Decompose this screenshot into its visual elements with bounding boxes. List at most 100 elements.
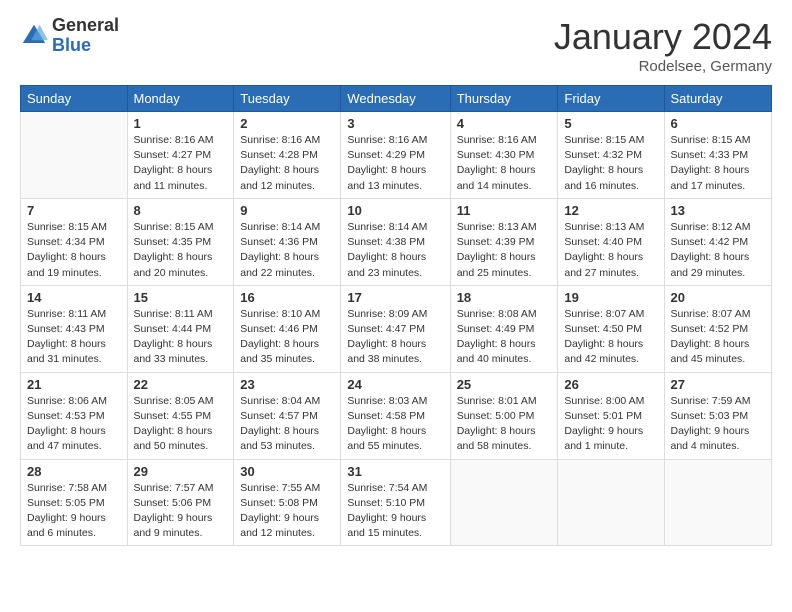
day-number: 31	[347, 464, 443, 479]
calendar-cell: 14 Sunrise: 8:11 AMSunset: 4:43 PMDayligh…	[21, 285, 128, 372]
day-number: 19	[564, 290, 657, 305]
day-number: 20	[671, 290, 766, 305]
day-number: 10	[347, 203, 443, 218]
day-number: 14	[27, 290, 121, 305]
page: General Blue January 2024 Rodelsee, Germ…	[0, 0, 792, 612]
calendar-cell: 26Sunrise: 8:00 AMSunset: 5:01 PMDayligh…	[558, 372, 664, 459]
calendar-cell	[558, 459, 664, 546]
day-number: 21	[27, 377, 121, 392]
calendar-cell	[21, 112, 128, 199]
day-info: Sunrise: 8:11 AMSunset: 4:44 PMDaylight:…	[134, 307, 228, 368]
month-title: January 2024	[554, 16, 772, 58]
weekday-header-tuesday: Tuesday	[234, 86, 341, 112]
logo: General Blue	[20, 16, 119, 56]
day-number: 1	[134, 116, 228, 131]
day-info: Sunrise: 8:16 AMSunset: 4:28 PMDaylight:…	[240, 133, 334, 194]
day-info: Sunrise: 8:16 AMSunset: 4:30 PMDaylight:…	[457, 133, 552, 194]
calendar-cell: 7 Sunrise: 8:15 AMSunset: 4:34 PMDaylight…	[21, 198, 128, 285]
day-number: 3	[347, 116, 443, 131]
weekday-header-monday: Monday	[127, 86, 234, 112]
calendar-cell	[664, 459, 772, 546]
day-info: Sunrise: 8:03 AMSunset: 4:58 PMDaylight:…	[347, 394, 443, 455]
day-number: 9	[240, 203, 334, 218]
day-info: Sunrise: 8:15 AMSunset: 4:32 PMDaylight:…	[564, 133, 657, 194]
calendar-table: SundayMondayTuesdayWednesdayThursdayFrid…	[20, 85, 772, 546]
weekday-header-row: SundayMondayTuesdayWednesdayThursdayFrid…	[21, 86, 772, 112]
day-info: Sunrise: 8:11 AMSunset: 4:43 PMDaylight:…	[27, 307, 121, 368]
day-number: 18	[457, 290, 552, 305]
weekday-header-saturday: Saturday	[664, 86, 772, 112]
day-info: Sunrise: 8:07 AMSunset: 4:50 PMDaylight:…	[564, 307, 657, 368]
calendar-cell: 5 Sunrise: 8:15 AMSunset: 4:32 PMDaylight…	[558, 112, 664, 199]
day-info: Sunrise: 8:10 AMSunset: 4:46 PMDaylight:…	[240, 307, 334, 368]
calendar-cell: 9 Sunrise: 8:14 AMSunset: 4:36 PMDaylight…	[234, 198, 341, 285]
day-number: 8	[134, 203, 228, 218]
day-number: 17	[347, 290, 443, 305]
week-row-2: 7 Sunrise: 8:15 AMSunset: 4:34 PMDaylight…	[21, 198, 772, 285]
calendar-cell: 30Sunrise: 7:55 AMSunset: 5:08 PMDayligh…	[234, 459, 341, 546]
calendar-cell: 11 Sunrise: 8:13 AMSunset: 4:39 PMDayligh…	[450, 198, 558, 285]
calendar-cell: 17 Sunrise: 8:09 AMSunset: 4:47 PMDayligh…	[341, 285, 450, 372]
day-number: 28	[27, 464, 121, 479]
calendar-cell: 23 Sunrise: 8:04 AMSunset: 4:57 PMDayligh…	[234, 372, 341, 459]
day-info: Sunrise: 8:15 AMSunset: 4:33 PMDaylight:…	[671, 133, 766, 194]
calendar-cell: 20Sunrise: 8:07 AMSunset: 4:52 PMDayligh…	[664, 285, 772, 372]
day-info: Sunrise: 8:06 AMSunset: 4:53 PMDaylight:…	[27, 394, 121, 455]
day-info: Sunrise: 8:09 AMSunset: 4:47 PMDaylight:…	[347, 307, 443, 368]
day-info: Sunrise: 8:16 AMSunset: 4:29 PMDaylight:…	[347, 133, 443, 194]
calendar-cell: 29Sunrise: 7:57 AMSunset: 5:06 PMDayligh…	[127, 459, 234, 546]
day-number: 4	[457, 116, 552, 131]
day-number: 22	[134, 377, 228, 392]
weekday-header-thursday: Thursday	[450, 86, 558, 112]
week-row-1: 1 Sunrise: 8:16 AMSunset: 4:27 PMDaylight…	[21, 112, 772, 199]
day-info: Sunrise: 8:04 AMSunset: 4:57 PMDaylight:…	[240, 394, 334, 455]
location-subtitle: Rodelsee, Germany	[554, 58, 772, 75]
calendar-cell: 2 Sunrise: 8:16 AMSunset: 4:28 PMDaylight…	[234, 112, 341, 199]
day-number: 5	[564, 116, 657, 131]
calendar-cell: 6Sunrise: 8:15 AMSunset: 4:33 PMDaylight…	[664, 112, 772, 199]
day-number: 15	[134, 290, 228, 305]
day-info: Sunrise: 8:15 AMSunset: 4:35 PMDaylight:…	[134, 220, 228, 281]
day-number: 23	[240, 377, 334, 392]
day-number: 2	[240, 116, 334, 131]
day-info: Sunrise: 8:01 AMSunset: 5:00 PMDaylight:…	[457, 394, 552, 455]
day-number: 16	[240, 290, 334, 305]
header: General Blue January 2024 Rodelsee, Germ…	[20, 16, 772, 75]
day-info: Sunrise: 8:14 AMSunset: 4:36 PMDaylight:…	[240, 220, 334, 281]
week-row-4: 21 Sunrise: 8:06 AMSunset: 4:53 PMDayligh…	[21, 372, 772, 459]
weekday-header-friday: Friday	[558, 86, 664, 112]
day-number: 11	[457, 203, 552, 218]
day-info: Sunrise: 8:12 AMSunset: 4:42 PMDaylight:…	[671, 220, 766, 281]
day-number: 27	[671, 377, 766, 392]
day-number: 25	[457, 377, 552, 392]
day-number: 7	[27, 203, 121, 218]
calendar-cell: 13 Sunrise: 8:12 AMSunset: 4:42 PMDayligh…	[664, 198, 772, 285]
day-number: 24	[347, 377, 443, 392]
day-info: Sunrise: 8:16 AMSunset: 4:27 PMDaylight:…	[134, 133, 228, 194]
day-info: Sunrise: 8:08 AMSunset: 4:49 PMDaylight:…	[457, 307, 552, 368]
day-info: Sunrise: 8:13 AMSunset: 4:39 PMDaylight:…	[457, 220, 552, 281]
day-info: Sunrise: 8:15 AMSunset: 4:34 PMDaylight:…	[27, 220, 121, 281]
weekday-header-wednesday: Wednesday	[341, 86, 450, 112]
calendar-cell: 16 Sunrise: 8:10 AMSunset: 4:46 PMDayligh…	[234, 285, 341, 372]
calendar-cell: 21 Sunrise: 8:06 AMSunset: 4:53 PMDayligh…	[21, 372, 128, 459]
calendar-cell: 19 Sunrise: 8:07 AMSunset: 4:50 PMDayligh…	[558, 285, 664, 372]
calendar-cell	[450, 459, 558, 546]
logo-blue-text: Blue	[52, 36, 119, 56]
calendar-cell: 25 Sunrise: 8:01 AMSunset: 5:00 PMDayligh…	[450, 372, 558, 459]
day-info: Sunrise: 8:00 AMSunset: 5:01 PMDaylight:…	[564, 394, 657, 455]
calendar-cell: 28Sunrise: 7:58 AMSunset: 5:05 PMDayligh…	[21, 459, 128, 546]
day-info: Sunrise: 7:54 AMSunset: 5:10 PMDaylight:…	[347, 481, 443, 542]
day-info: Sunrise: 8:13 AMSunset: 4:40 PMDaylight:…	[564, 220, 657, 281]
calendar-cell: 10Sunrise: 8:14 AMSunset: 4:38 PMDayligh…	[341, 198, 450, 285]
calendar-cell: 8 Sunrise: 8:15 AMSunset: 4:35 PMDaylight…	[127, 198, 234, 285]
calendar-cell: 1 Sunrise: 8:16 AMSunset: 4:27 PMDaylight…	[127, 112, 234, 199]
day-info: Sunrise: 7:57 AMSunset: 5:06 PMDaylight:…	[134, 481, 228, 542]
calendar-cell: 12 Sunrise: 8:13 AMSunset: 4:40 PMDayligh…	[558, 198, 664, 285]
logo-general-text: General	[52, 16, 119, 36]
day-number: 12	[564, 203, 657, 218]
calendar-cell: 3 Sunrise: 8:16 AMSunset: 4:29 PMDaylight…	[341, 112, 450, 199]
day-number: 13	[671, 203, 766, 218]
calendar-cell: 4 Sunrise: 8:16 AMSunset: 4:30 PMDaylight…	[450, 112, 558, 199]
title-section: January 2024 Rodelsee, Germany	[554, 16, 772, 75]
